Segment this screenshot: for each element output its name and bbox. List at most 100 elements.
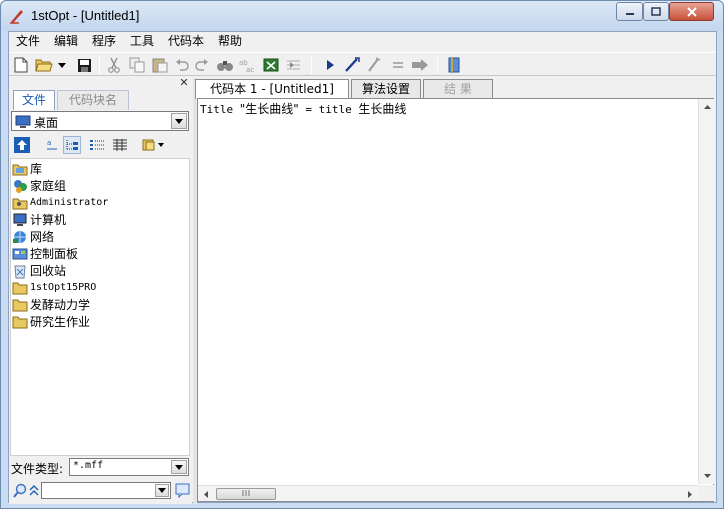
search-input[interactable]	[41, 482, 171, 499]
folder-icon	[12, 299, 28, 311]
chevron-down-icon[interactable]	[171, 113, 187, 129]
close-button[interactable]	[669, 2, 714, 21]
client-area: 文件 编辑 程序 工具 代码本 帮助 ab ac ✕ 文件 代码块名 桌面 a …	[8, 31, 717, 504]
network-icon	[13, 230, 26, 243]
tab-code-blocks[interactable]: 代码块名	[57, 90, 129, 110]
export-icon[interactable]	[263, 56, 281, 74]
file-browser-panel: ✕ 文件 代码块名 桌面 a 库 家庭组 Administrator 计算机 网…	[9, 77, 192, 504]
app-window: 1stOpt - [Untitled1] 文件 编辑 程序 工具 代码本 帮助	[0, 0, 724, 509]
menu-edit[interactable]: 编辑	[50, 33, 82, 50]
horizontal-scrollbar[interactable]	[198, 485, 698, 501]
computer-icon	[13, 213, 27, 226]
toolbar-separator	[99, 56, 100, 74]
desktop-icon	[15, 115, 31, 128]
menu-file[interactable]: 文件	[12, 33, 44, 50]
chevron-down-icon[interactable]	[171, 460, 187, 474]
cut-icon[interactable]	[105, 56, 123, 74]
book-icon[interactable]	[445, 56, 463, 74]
chevron-down-icon[interactable]	[155, 484, 169, 497]
title-bar[interactable]: 1stOpt - [Untitled1]	[1, 1, 723, 31]
tab-algorithm-settings[interactable]: 算法设置	[351, 79, 421, 99]
toolbar-separator	[437, 56, 438, 74]
main-toolbar: ab ac	[9, 52, 716, 76]
list-view-icon[interactable]	[88, 136, 106, 154]
tab-results[interactable]: 结 果	[423, 79, 493, 99]
replace-icon[interactable]: ab ac	[238, 56, 256, 74]
editor-tabs: 代码本 1 - [Untitled1] 算法设置 结 果	[195, 78, 716, 99]
save-icon[interactable]	[75, 56, 93, 74]
import-icon[interactable]	[285, 56, 303, 74]
paste-icon[interactable]	[151, 56, 169, 74]
open-dropdown-icon[interactable]	[56, 56, 68, 74]
menu-help[interactable]: 帮助	[214, 33, 246, 50]
list-item[interactable]: 研究生作业	[12, 313, 90, 330]
tree-view-icon[interactable]	[63, 136, 81, 154]
folder-options-icon[interactable]	[141, 136, 167, 154]
detail-view-icon[interactable]	[111, 136, 129, 154]
file-tree: 库 家庭组 Administrator 计算机 网络 控制面板 回收站 1stO…	[10, 158, 190, 456]
scroll-left-icon[interactable]	[198, 486, 214, 502]
menu-codebook[interactable]: 代码本	[164, 33, 208, 50]
svg-text:a: a	[47, 139, 51, 147]
filetype-value: *.mff	[73, 460, 104, 471]
sort-icon[interactable]: a	[43, 136, 61, 154]
find-icon[interactable]	[216, 56, 234, 74]
browser-toolbar: a	[11, 134, 189, 156]
window-title: 1stOpt - [Untitled1]	[31, 8, 140, 23]
forward-icon[interactable]	[411, 56, 429, 74]
new-file-icon[interactable]	[12, 56, 30, 74]
list-item[interactable]: 库	[12, 160, 42, 177]
control-panel-icon	[12, 248, 28, 259]
code-line: Title "生长曲线" = title 生长曲线	[200, 102, 407, 116]
scroll-down-icon[interactable]	[699, 468, 715, 484]
user-folder-icon	[12, 198, 28, 209]
open-folder-icon[interactable]	[35, 56, 53, 74]
toolbar-separator	[311, 56, 312, 74]
list-item[interactable]: 家庭组	[12, 177, 66, 194]
tab-files[interactable]: 文件	[13, 90, 55, 110]
equals-icon[interactable]	[389, 56, 407, 74]
folder-icon	[12, 316, 28, 328]
location-select[interactable]: 桌面	[11, 111, 189, 131]
tab-codebook[interactable]: 代码本 1 - [Untitled1]	[195, 79, 349, 99]
filetype-label: 文件类型:	[11, 462, 64, 476]
list-item[interactable]: 回收站	[12, 262, 66, 279]
filetype-select[interactable]: *.mff	[69, 458, 189, 476]
scroll-corner	[698, 485, 714, 501]
minimize-button[interactable]	[616, 2, 643, 21]
svg-text:ac: ac	[246, 66, 254, 73]
list-item[interactable]: 发酵动力学	[12, 296, 90, 313]
step-icon[interactable]	[365, 56, 383, 74]
menu-tools[interactable]: 工具	[126, 33, 158, 50]
library-icon	[12, 164, 28, 175]
undo-icon[interactable]	[173, 56, 191, 74]
scroll-up-icon[interactable]	[699, 99, 715, 115]
chat-icon[interactable]	[175, 483, 190, 498]
compile-icon[interactable]	[343, 56, 361, 74]
list-item[interactable]: 1stOpt15PRO	[12, 279, 96, 296]
list-item[interactable]: 网络	[12, 228, 54, 245]
chevron-expand-icon[interactable]	[29, 485, 39, 497]
menu-program[interactable]: 程序	[88, 33, 120, 50]
search-row	[11, 481, 190, 501]
search-icon[interactable]	[13, 483, 27, 499]
up-folder-icon[interactable]	[13, 136, 31, 154]
list-item[interactable]: 控制面板	[12, 245, 78, 262]
recycle-bin-icon	[14, 265, 26, 278]
folder-icon	[12, 282, 28, 294]
maximize-button[interactable]	[643, 2, 669, 21]
scroll-right-icon[interactable]	[682, 486, 698, 502]
menu-bar: 文件 编辑 程序 工具 代码本 帮助	[9, 32, 716, 51]
list-item[interactable]: Administrator	[12, 194, 108, 211]
panel-close-icon[interactable]: ✕	[178, 77, 190, 89]
vertical-scrollbar[interactable]	[698, 99, 714, 484]
app-logo-icon	[10, 10, 23, 24]
scroll-thumb[interactable]	[216, 488, 276, 500]
location-text: 桌面	[34, 116, 59, 130]
redo-icon[interactable]	[193, 56, 211, 74]
list-item[interactable]: 计算机	[12, 211, 66, 228]
code-editor[interactable]: Title "生长曲线" = title 生长曲线	[197, 98, 714, 502]
copy-icon[interactable]	[128, 56, 146, 74]
homegroup-icon	[14, 179, 27, 193]
run-icon[interactable]	[321, 56, 339, 74]
